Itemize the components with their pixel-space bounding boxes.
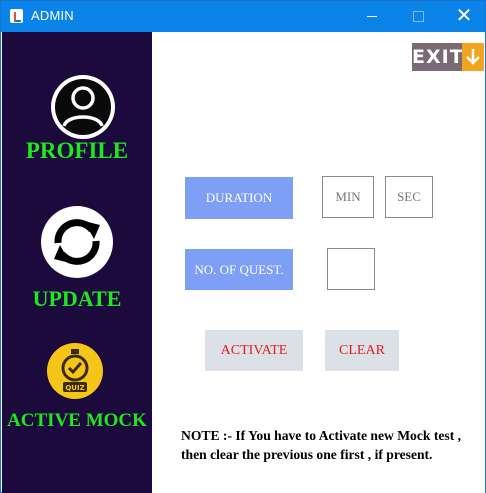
- window-title: ADMIN: [31, 8, 74, 23]
- sidebar-item-label: UPDATE: [32, 286, 122, 311]
- activate-button[interactable]: ACTIVATE: [205, 330, 303, 371]
- exit-button[interactable]: EXIT: [412, 43, 484, 71]
- minutes-input[interactable]: [322, 176, 374, 218]
- clear-button[interactable]: CLEAR: [325, 330, 399, 371]
- question-count-input[interactable]: [327, 248, 375, 290]
- sidebar-item-label: PROFILE: [25, 138, 129, 163]
- java-app-icon: [10, 9, 23, 23]
- sidebar-item-profile[interactable]: PROFILE: [2, 72, 152, 172]
- seconds-input[interactable]: [385, 176, 433, 218]
- main-panel: EXIT DURATION NO. OF QUEST. ACTIVATE CLE…: [152, 32, 485, 493]
- sidebar-item-update[interactable]: UPDATE: [2, 204, 152, 314]
- minimize-button[interactable]: [349, 1, 395, 32]
- exit-arrow-icon: [462, 43, 484, 71]
- quiz-stopwatch-icon: QUIZ: [47, 343, 103, 399]
- title-bar: ADMIN ✕: [1, 1, 485, 32]
- close-button[interactable]: ✕: [441, 1, 486, 32]
- admin-window: ADMIN ✕ PROFILE UPDATE QUIZ ACTIVE MOCK …: [0, 0, 486, 493]
- exit-label: EXIT: [412, 43, 463, 71]
- duration-button[interactable]: DURATION: [185, 177, 293, 219]
- refresh-icon: [41, 206, 113, 278]
- sidebar-item-label: ACTIVE MOCK: [7, 410, 147, 431]
- maximize-button[interactable]: [395, 1, 441, 32]
- sidebar: PROFILE UPDATE QUIZ ACTIVE MOCK: [2, 32, 152, 493]
- question-count-button[interactable]: NO. OF QUEST.: [185, 249, 293, 290]
- user-avatar-icon: [51, 75, 115, 139]
- quiz-badge-text: QUIZ: [65, 384, 84, 392]
- sidebar-item-active-mock[interactable]: QUIZ ACTIVE MOCK: [2, 340, 152, 436]
- activation-note: NOTE :- If You have to Activate new Mock…: [181, 428, 462, 462]
